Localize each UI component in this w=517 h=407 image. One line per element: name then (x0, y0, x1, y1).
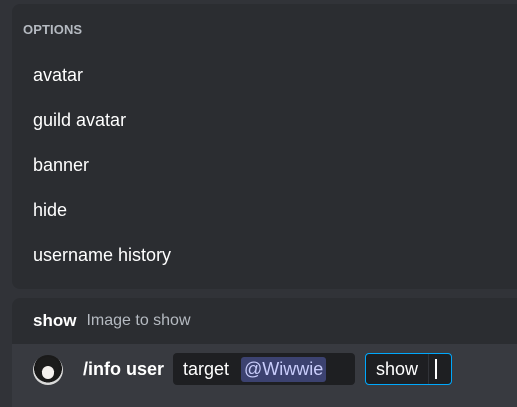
option-avatar[interactable]: avatar (12, 53, 517, 98)
slash-command-name: /info user (83, 359, 165, 379)
target-option-label: target (183, 358, 230, 379)
option-hint-name: show (33, 311, 77, 330)
option-guild-avatar[interactable]: guild avatar (12, 98, 517, 143)
target-option-chip[interactable]: target @Wiwwie (173, 353, 355, 385)
user-mention[interactable]: @Wiwwie (241, 356, 327, 382)
avatar-face-shape (42, 366, 54, 379)
chip-divider (428, 354, 430, 384)
command-input-row[interactable]: /info user target @Wiwwie show (12, 344, 517, 400)
option-hide[interactable]: hide (12, 188, 517, 233)
show-option-label: show (376, 358, 419, 379)
avatar (33, 355, 63, 385)
options-header: OPTIONS (23, 22, 83, 37)
show-option-chip[interactable]: show (365, 353, 452, 385)
options-list: avatar guild avatar banner hide username… (12, 53, 517, 278)
option-hint-description: Image to show (86, 312, 191, 329)
message-composer: show Image to show /info user target @Wi… (12, 298, 517, 407)
option-banner[interactable]: banner (12, 143, 517, 188)
option-hint-bar: show Image to show (12, 298, 517, 344)
text-caret (435, 359, 438, 379)
option-username-history[interactable]: username history (12, 233, 517, 278)
options-autocomplete: OPTIONS avatar guild avatar banner hide … (12, 4, 517, 289)
